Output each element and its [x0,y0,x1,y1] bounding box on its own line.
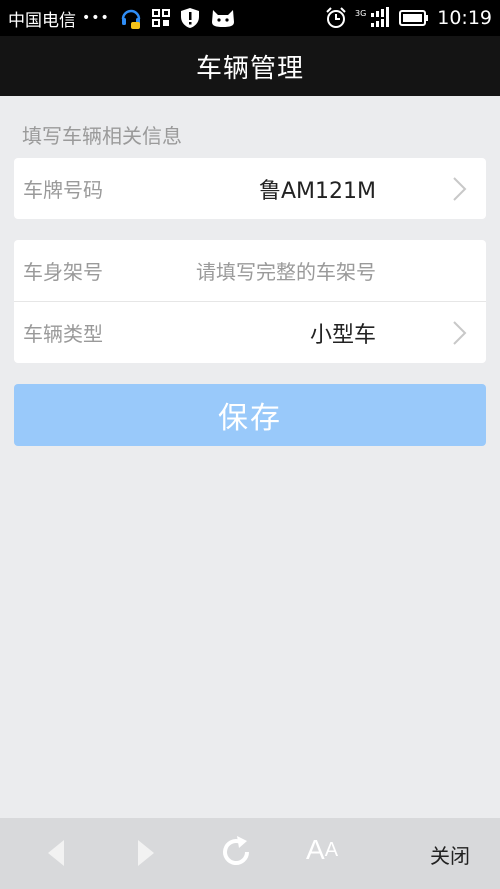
refresh-icon[interactable] [218,834,254,870]
status-bar: 中国电信 ••• 3G 10:19 [0,0,500,36]
bottom-toolbar: AA 关闭 [0,818,500,889]
font-size-large-label: A [306,834,325,865]
section-label: 填写车辆相关信息 [22,124,182,148]
shield-icon [180,7,200,29]
alarm-icon [325,7,347,29]
signal-icon: 3G [355,7,391,29]
type-label: 车辆类型 [23,322,103,346]
back-icon[interactable] [44,838,68,868]
clock: 10:19 [437,7,492,29]
headset-icon [120,6,142,30]
type-value: 小型车 [309,322,376,348]
header: 车辆管理 [0,36,500,96]
plate-label: 车牌号码 [23,178,103,202]
carrier-label: 中国电信 [8,10,76,31]
cat-icon [210,8,236,28]
battery-icon [399,10,429,26]
save-button[interactable]: 保存 [14,384,486,446]
more-dots: ••• [82,10,110,26]
chevron-right-icon [452,320,468,350]
chevron-right-icon [452,176,468,206]
forward-icon[interactable] [134,838,158,868]
plate-value: 鲁AM121M [258,178,376,204]
font-size-small-label: A [324,838,339,861]
page-title: 车辆管理 [195,53,304,84]
font-size-button[interactable]: AA [306,834,338,866]
close-button[interactable]: 关闭 [430,840,470,869]
svg-text:3G: 3G [355,9,366,18]
plate-card: 车牌号码 鲁AM121M [14,158,486,219]
type-row[interactable]: 车辆类型 小型车 [14,302,486,363]
vin-row: 车身架号 请填写完整的车架号 [14,240,486,301]
vehicle-info-card: 车身架号 请填写完整的车架号 车辆类型 小型车 [14,240,486,363]
vin-label: 车身架号 [23,260,103,284]
grid-icon [151,9,170,27]
vin-input[interactable]: 请填写完整的车架号 [196,256,376,285]
plate-row[interactable]: 车牌号码 鲁AM121M [14,158,486,219]
